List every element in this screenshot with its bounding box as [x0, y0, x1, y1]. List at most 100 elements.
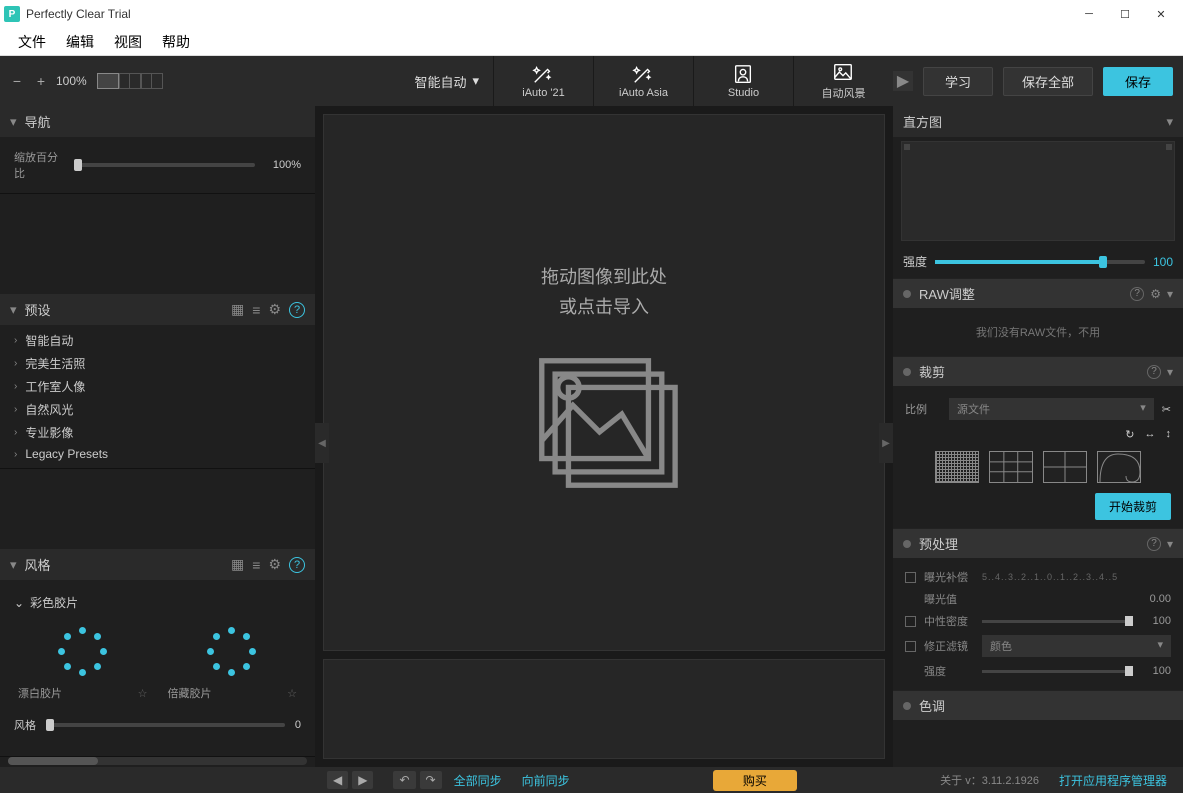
- collapse-right-button[interactable]: ▶: [879, 423, 893, 463]
- next-button[interactable]: ▶: [352, 771, 373, 789]
- preset-iautoasia[interactable]: iAuto Asia: [593, 56, 693, 106]
- status-dot-icon: [903, 540, 911, 548]
- intensity-value: 100: [1153, 255, 1173, 269]
- preset-scroll-right[interactable]: ▶: [893, 71, 913, 91]
- thumbnail-strip[interactable]: [323, 659, 885, 759]
- chevron-down-icon: ▾: [1140, 401, 1146, 417]
- collapse-left-button[interactable]: ◀: [315, 423, 329, 463]
- lens-checkbox[interactable]: [905, 641, 916, 652]
- flip-h-icon[interactable]: ↔: [1145, 428, 1156, 441]
- lens-label: 修正滤镜: [924, 638, 974, 654]
- preset-item[interactable]: ›自然风光: [0, 398, 315, 421]
- presets-title: 预设: [25, 300, 51, 319]
- intensity2-slider[interactable]: [982, 670, 1133, 673]
- styles-header[interactable]: ▾ 风格 ▦ ≡ ⚙ ?: [0, 549, 315, 580]
- preset-autoscenery[interactable]: 自动风景: [793, 56, 893, 106]
- zoom-in-button[interactable]: +: [32, 72, 50, 90]
- crop-grid-golden[interactable]: [1097, 451, 1141, 483]
- start-crop-button[interactable]: 开始裁剪: [1095, 493, 1171, 520]
- preprocess-body: 曝光补偿 5..4..3..2..1..0..1..2..3..4..5 曝光值…: [893, 558, 1183, 690]
- style-item-2[interactable]: 倍藏胶片☆: [168, 627, 298, 701]
- zoom-out-button[interactable]: −: [8, 72, 26, 90]
- maximize-button[interactable]: ☐: [1107, 0, 1143, 28]
- flip-v-icon[interactable]: ↕: [1166, 428, 1172, 441]
- menu-help[interactable]: 帮助: [152, 28, 200, 56]
- sync-all-link[interactable]: 全部同步: [446, 772, 510, 789]
- drop-text-2: 或点击导入: [559, 293, 649, 319]
- menu-view[interactable]: 视图: [104, 28, 152, 56]
- preprocess-header[interactable]: 预处理 ?▾: [893, 528, 1183, 558]
- crop-grid-half[interactable]: [1043, 451, 1087, 483]
- buy-button[interactable]: 购买: [713, 770, 797, 791]
- style-item-1[interactable]: 漂白胶片☆: [18, 627, 148, 701]
- drop-area[interactable]: 拖动图像到此处 或点击导入: [323, 114, 885, 651]
- crop-grid-dense[interactable]: [935, 451, 979, 483]
- help-icon[interactable]: ?: [1147, 537, 1161, 551]
- preset-item[interactable]: ›完美生活照: [0, 352, 315, 375]
- crop-header[interactable]: 裁剪 ?▾: [893, 356, 1183, 386]
- left-panel: ▾ 导航 缩放百分比 100% ▾ 预设 ▦ ≡ ⚙ ?: [0, 106, 315, 767]
- view-split-h[interactable]: [141, 73, 163, 89]
- menu-edit[interactable]: 编辑: [56, 28, 104, 56]
- style-slider[interactable]: [46, 723, 285, 727]
- undo-button[interactable]: ↶: [393, 771, 415, 789]
- preset-item[interactable]: ›工作室人像: [0, 375, 315, 398]
- presets-header[interactable]: ▾ 预设 ▦ ≡ ⚙ ?: [0, 294, 315, 325]
- rotate-icon[interactable]: ↻: [1125, 428, 1134, 441]
- histogram-header[interactable]: 直方图 ▾: [893, 106, 1183, 137]
- preset-item[interactable]: ›专业影像: [0, 421, 315, 444]
- learn-button[interactable]: 学习: [923, 67, 993, 96]
- grid-view-icon[interactable]: ▦: [231, 301, 244, 318]
- window-title: Perfectly Clear Trial: [26, 7, 1071, 21]
- view-single[interactable]: [97, 73, 119, 89]
- redo-button[interactable]: ↷: [420, 771, 442, 789]
- nav-header[interactable]: ▾ 导航: [0, 106, 315, 137]
- tone-title: 色调: [919, 696, 945, 715]
- raw-header[interactable]: RAW调整 ?⚙▾: [893, 278, 1183, 308]
- preset-item[interactable]: ›智能自动: [0, 329, 315, 352]
- main-area: ▾ 导航 缩放百分比 100% ▾ 预设 ▦ ≡ ⚙ ?: [0, 106, 1183, 767]
- nd-slider[interactable]: [982, 620, 1133, 623]
- raw-empty-text: 我们没有RAW文件，不用: [893, 308, 1183, 356]
- status-dot-icon: [903, 368, 911, 376]
- gear-icon[interactable]: ⚙: [268, 301, 281, 318]
- exposure-checkbox[interactable]: [905, 572, 916, 583]
- preset-iauto21[interactable]: iAuto '21: [493, 56, 593, 106]
- landscape-icon: [832, 61, 854, 83]
- help-icon[interactable]: ?: [1147, 365, 1161, 379]
- app-manager-link[interactable]: 打开应用程序管理器: [1051, 772, 1175, 789]
- left-scrollbar[interactable]: [8, 757, 307, 765]
- list-view-icon[interactable]: ≡: [252, 302, 260, 318]
- view-split-v[interactable]: [119, 73, 141, 89]
- grid-view-icon[interactable]: ▦: [231, 556, 244, 573]
- style-category[interactable]: ⌄ 彩色胶片: [10, 590, 305, 615]
- gear-icon[interactable]: ⚙: [1150, 287, 1161, 301]
- wand-icon: [632, 63, 654, 85]
- save-button[interactable]: 保存: [1103, 67, 1173, 96]
- prev-button[interactable]: ◀: [327, 771, 348, 789]
- zoom-slider[interactable]: [74, 163, 255, 167]
- help-icon[interactable]: ?: [289, 302, 305, 318]
- save-all-button[interactable]: 保存全部: [1003, 67, 1093, 96]
- preset-studio[interactable]: Studio: [693, 56, 793, 106]
- close-button[interactable]: ✕: [1143, 0, 1179, 28]
- sync-forward-link[interactable]: 向前同步: [514, 772, 578, 789]
- preset-dropdown[interactable]: 智能自动 ▾: [400, 72, 493, 91]
- help-icon[interactable]: ?: [1130, 287, 1144, 301]
- lens-dropdown[interactable]: 颜色▾: [982, 635, 1171, 657]
- list-view-icon[interactable]: ≡: [252, 557, 260, 573]
- portrait-icon: [732, 63, 754, 85]
- tone-header[interactable]: 色调: [893, 690, 1183, 720]
- preset-item[interactable]: ›Legacy Presets: [0, 444, 315, 464]
- help-icon[interactable]: ?: [289, 557, 305, 573]
- nd-checkbox[interactable]: [905, 616, 916, 627]
- gear-icon[interactable]: ⚙: [268, 556, 281, 573]
- star-icon[interactable]: ☆: [138, 687, 148, 700]
- intensity-slider[interactable]: [935, 260, 1145, 264]
- menu-file[interactable]: 文件: [8, 28, 56, 56]
- crop-tool-icon[interactable]: ✂: [1162, 403, 1171, 416]
- minimize-button[interactable]: ─: [1071, 0, 1107, 28]
- crop-ratio-dropdown[interactable]: 源文件▾: [949, 398, 1154, 420]
- crop-grid-thirds[interactable]: [989, 451, 1033, 483]
- star-icon[interactable]: ☆: [287, 687, 297, 700]
